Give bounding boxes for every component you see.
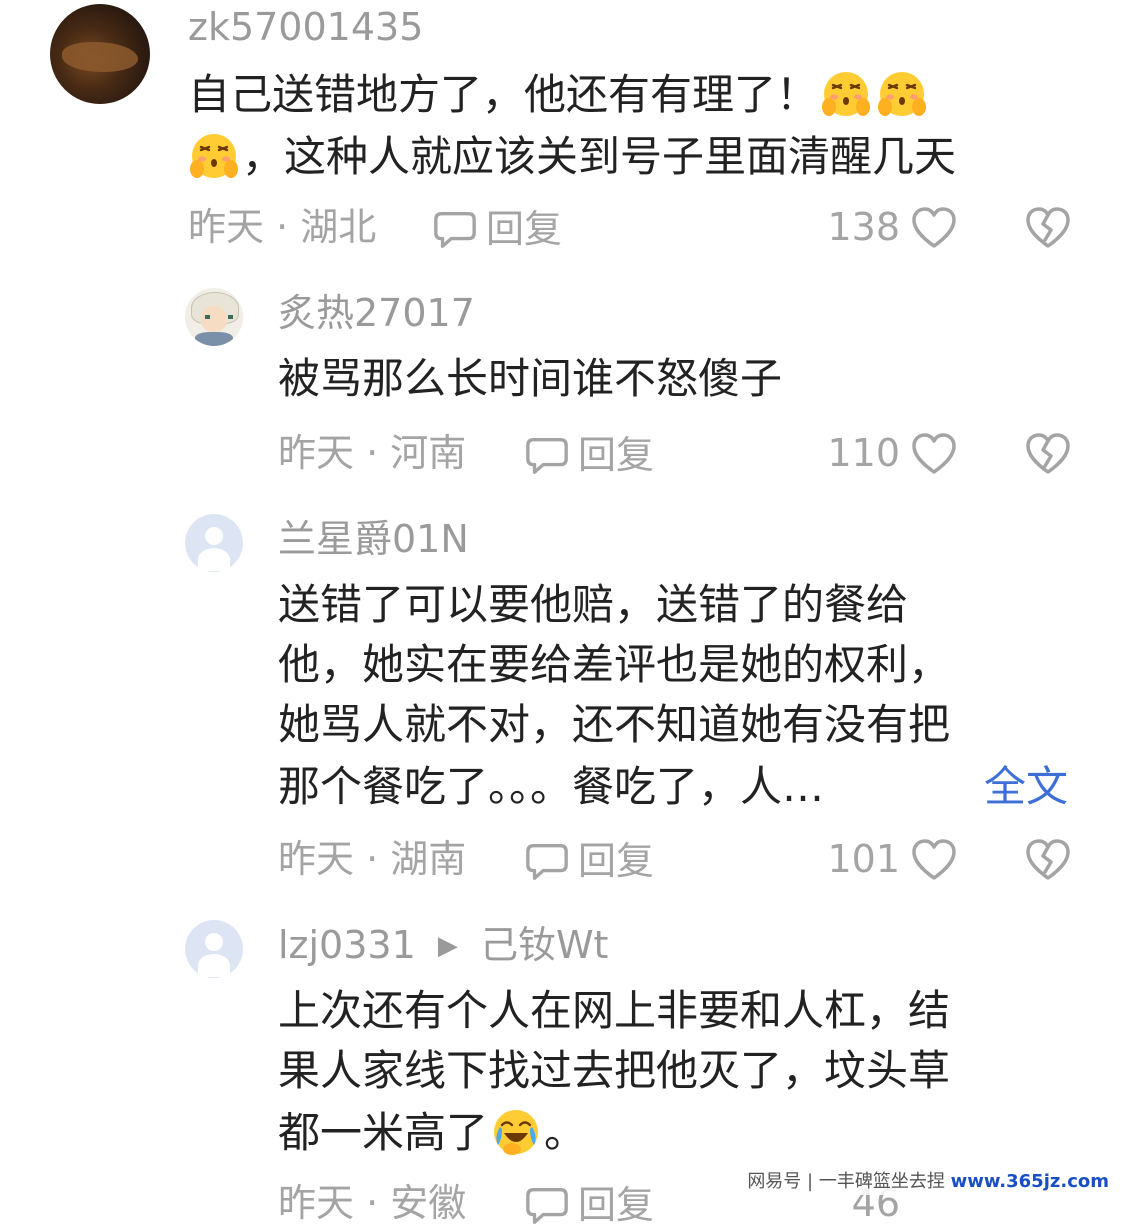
comment-text-line: 被骂那么长时间谁不怒傻子 [278, 354, 783, 403]
avatar-collar [195, 332, 233, 346]
avatar[interactable] [185, 514, 243, 572]
heart-outline-icon[interactable] [910, 204, 958, 252]
comment-text-line: 她骂人就不对，还不知道她有没有把 [278, 700, 951, 749]
like-count: 138 [827, 205, 900, 249]
comment-text: 那个餐吃了。。。餐吃了，人… [278, 756, 824, 818]
comment-username[interactable]: zk57001435 [188, 8, 423, 46]
reply-button[interactable]: 回复 [524, 838, 654, 884]
heart-outline-icon[interactable] [910, 836, 958, 884]
like-count: 101 [827, 837, 900, 881]
full-text-link[interactable]: 全文 [984, 756, 1068, 818]
broken-heart-icon[interactable] [1024, 204, 1072, 252]
comment-text-line: 他，她实在要给差评也是她的权利， [278, 640, 951, 689]
squint-pray-emoji-icon [876, 67, 928, 119]
watermark-url: www.365jz.com [950, 1171, 1109, 1192]
heart-outline-icon[interactable] [910, 430, 958, 478]
speech-bubble-icon [432, 206, 478, 252]
avatar-eyes [205, 315, 233, 319]
reply-label: 回复 [578, 839, 655, 883]
comment-text: 自己送错地方了，他还有有理了！ [188, 64, 930, 126]
avatar-placeholder-body [197, 547, 231, 571]
reply-to-username[interactable]: 己钕Wt [480, 923, 608, 967]
comment-text-line: ，这种人就应该关到号子里面清醒几天 [242, 132, 957, 181]
reply-label: 回复 [578, 1183, 655, 1227]
comment-text: 他，她实在要给差评也是她的权利， [278, 634, 950, 696]
comment-username[interactable]: 炙热27017 [278, 294, 475, 332]
speech-bubble-icon [524, 838, 570, 884]
comment-meta: 昨天 · 湖南 [278, 837, 467, 881]
avatar[interactable] [50, 4, 150, 104]
comment-text: 都一米高了 。 [278, 1102, 586, 1164]
broken-heart-icon[interactable] [1024, 430, 1072, 478]
reply-button[interactable]: 回复 [524, 1182, 654, 1228]
comment-text-line: 那个餐吃了。。。餐吃了，人… [278, 762, 825, 811]
reply-to-arrow-icon: ▶ [437, 931, 458, 961]
avatar-placeholder-head [204, 526, 224, 546]
reply-label: 回复 [578, 433, 655, 477]
comment-text-line: 上次还有个人在网上非要和人杠，结 [278, 986, 951, 1035]
reply-button[interactable]: 回复 [432, 206, 562, 252]
speech-bubble-icon [524, 432, 570, 478]
comment-text-line: 送错了可以要他赔，送错了的餐给 [278, 580, 909, 629]
squint-pray-emoji-icon [820, 67, 872, 119]
comment-meta: 昨天 · 湖北 [188, 205, 377, 249]
comment-meta: 昨天 · 河南 [278, 431, 467, 475]
like-count: 110 [827, 431, 900, 475]
comment-username-link[interactable]: lzj0331 [278, 923, 416, 967]
watermark: 网易号 | 一丰碑篮坐去捏 www.365jz.com [739, 1165, 1117, 1195]
comment-text: ，这种人就应该关到号子里面清醒几天 [186, 126, 956, 188]
comment-meta: 昨天 · 安徽 [278, 1181, 467, 1225]
avatar-placeholder-head [204, 932, 224, 952]
avatar-placeholder-body [197, 953, 231, 977]
comment-username[interactable]: 兰星爵01N [278, 520, 469, 558]
broken-heart-icon[interactable] [1024, 836, 1072, 884]
squint-pray-emoji-icon [188, 129, 240, 181]
comment-text: 被骂那么长时间谁不怒傻子 [278, 348, 782, 410]
watermark-source: 网易号 | 一丰碑篮坐去捏 [747, 1171, 945, 1192]
speech-bubble-icon [524, 1182, 570, 1228]
comment-username: lzj0331 ▶ 己钕Wt [278, 926, 608, 964]
avatar[interactable] [185, 920, 243, 978]
comment-text-line: 自己送错地方了，他还有有理了！ [188, 70, 819, 119]
comment-text: 她骂人就不对，还不知道她有没有把 [278, 694, 950, 756]
comment-text: 送错了可以要他赔，送错了的餐给 [278, 574, 908, 636]
comment-text-line: 。 [544, 1108, 587, 1157]
crying-laugh-emoji-icon [490, 1105, 542, 1157]
comment-text: 上次还有个人在网上非要和人杠，结 [278, 980, 950, 1042]
avatar-face [201, 306, 227, 332]
comment-text-line: 都一米高了 [278, 1108, 489, 1157]
reply-label: 回复 [486, 207, 563, 251]
comment-text-line: 果人家线下找过去把他灭了，坟头草 [278, 1046, 951, 1095]
avatar[interactable] [185, 288, 243, 346]
reply-button[interactable]: 回复 [524, 432, 654, 478]
avatar-photo [62, 42, 138, 72]
comment-text: 果人家线下找过去把他灭了，坟头草 [278, 1040, 950, 1102]
